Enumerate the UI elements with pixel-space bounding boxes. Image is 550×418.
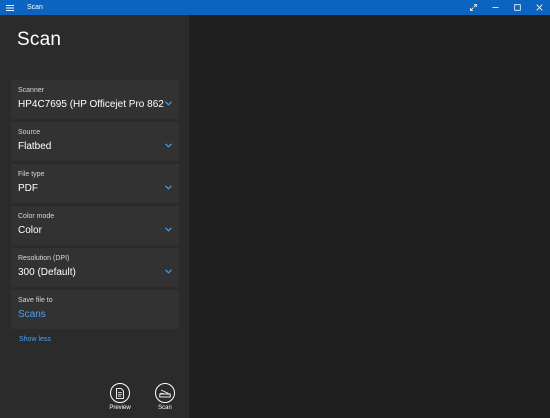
file-type-value: PDF <box>18 183 38 194</box>
maximize-button[interactable] <box>506 0 528 15</box>
chevron-down-icon <box>165 143 172 148</box>
preview-button[interactable]: Preview <box>106 383 134 411</box>
source-value: Flatbed <box>18 141 52 152</box>
save-location-field: Save file to Scans <box>11 290 179 329</box>
source-dropdown[interactable]: Source Flatbed <box>11 122 179 161</box>
close-icon <box>535 4 543 11</box>
save-location-label: Save file to <box>18 297 53 304</box>
chevron-down-icon <box>165 185 172 190</box>
maximize-icon <box>513 4 521 11</box>
minimize-icon <box>492 7 498 8</box>
scanner-dropdown[interactable]: Scanner HP4C7695 (HP Officejet Pro 862C <box>11 80 179 119</box>
scan-label: Scan <box>158 405 172 411</box>
resolution-label: Resolution (DPI) <box>18 255 70 262</box>
page-title: Scan <box>17 29 62 50</box>
chevron-down-icon <box>165 269 172 274</box>
chevron-down-icon <box>165 101 172 106</box>
resolution-dropdown[interactable]: Resolution (DPI) 300 (Default) <box>11 248 179 287</box>
minimize-button[interactable] <box>484 0 506 15</box>
scanner-label: Scanner <box>18 87 45 94</box>
scanner-icon <box>159 389 171 398</box>
document-preview-icon <box>116 387 124 399</box>
resolution-value: 300 (Default) <box>18 267 76 278</box>
chevron-down-icon <box>165 227 172 232</box>
expand-icon <box>469 4 477 11</box>
file-type-dropdown[interactable]: File type PDF <box>11 164 179 203</box>
scan-button-circle <box>155 383 175 403</box>
expand-button[interactable] <box>462 0 484 15</box>
color-mode-label: Color mode <box>18 213 55 220</box>
preview-button-circle <box>110 383 130 403</box>
scan-button[interactable]: Scan <box>151 383 179 411</box>
show-less-link[interactable]: Show less <box>19 336 51 343</box>
scanner-value: HP4C7695 (HP Officejet Pro 862C <box>18 99 164 110</box>
title-bar: Scan <box>0 0 550 15</box>
close-button[interactable] <box>528 0 550 15</box>
source-label: Source <box>18 129 41 136</box>
hamburger-menu-button[interactable] <box>0 0 20 15</box>
file-type-label: File type <box>18 171 45 178</box>
save-location-link[interactable]: Scans <box>18 309 164 320</box>
hamburger-icon <box>6 4 14 11</box>
color-mode-value: Color <box>18 225 42 236</box>
window-controls <box>462 0 550 15</box>
window-title: Scan <box>27 4 43 11</box>
preview-label: Preview <box>109 405 131 411</box>
preview-area <box>189 15 550 418</box>
color-mode-dropdown[interactable]: Color mode Color <box>11 206 179 245</box>
